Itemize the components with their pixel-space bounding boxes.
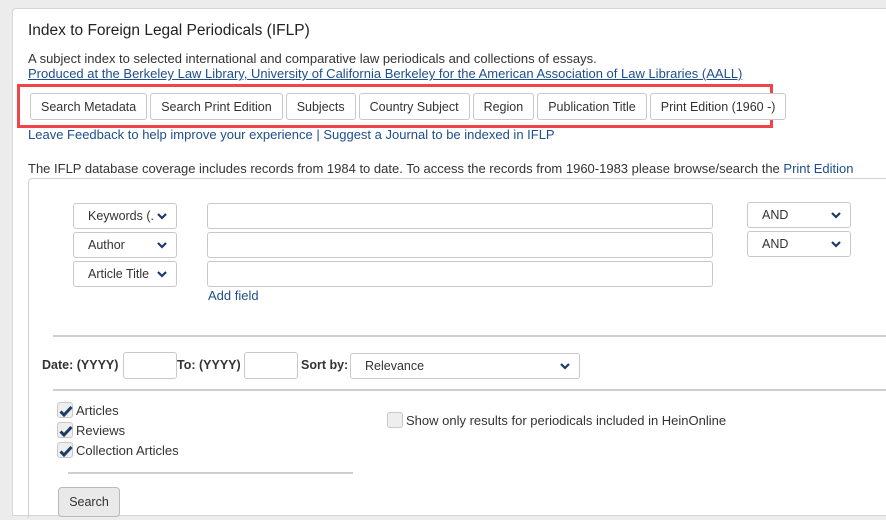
field-select-value: Article Title [88,267,150,281]
chevron-down-icon [157,213,167,220]
checkmark-icon [59,405,73,418]
checkbox-collection-articles[interactable]: Collection Articles [57,442,179,458]
date-to-input[interactable] [244,352,298,379]
checkbox[interactable] [57,402,73,418]
checkbox-reviews[interactable]: Reviews [57,422,125,438]
description: A subject index to selected internationa… [28,51,742,81]
coverage-text: The IFLP database coverage includes reco… [28,161,784,176]
producer-link[interactable]: Produced at the Berkeley Law Library, Un… [28,66,742,81]
checkbox-label: Articles [76,402,119,418]
tab-print-edition-1960[interactable]: Print Edition (1960 -) [649,93,787,120]
main-panel: Index to Foreign Legal Periodicals (IFLP… [12,8,886,518]
checkmark-icon [59,445,73,458]
coverage-notice: The IFLP database coverage includes reco… [28,161,854,176]
page-title: Index to Foreign Legal Periodicals (IFLP… [28,22,310,39]
search-term-input-2[interactable] [207,232,713,258]
field-select-value: Keywords (. [88,209,154,223]
divider [53,335,886,337]
field-select-value: Author [88,238,125,252]
add-field-link[interactable]: Add field [208,288,259,303]
checkbox-label: Collection Articles [76,442,179,458]
checkbox[interactable] [387,412,403,428]
divider [68,472,353,474]
tab-subjects[interactable]: Subjects [285,93,356,120]
chevron-down-icon [831,212,841,219]
leave-feedback-link[interactable]: Leave Feedback to help improve your expe… [28,127,313,142]
tab-country-subject[interactable]: Country Subject [358,93,470,120]
checkbox-label: Reviews [76,422,126,438]
search-term-input-1[interactable] [207,203,713,229]
sort-by-label: Sort by: [301,358,349,372]
date-to-label: To: (YYYY) [177,358,241,372]
checkmark-icon [59,425,73,438]
operator-select-2[interactable]: AND [747,231,851,257]
field-select-3[interactable]: Article Title [73,261,177,287]
date-from-input[interactable] [123,352,177,379]
feedback-links: Leave Feedback to help improve your expe… [28,127,555,142]
tab-search-print-edition[interactable]: Search Print Edition [150,93,283,120]
search-form: Keywords (. AND Author AND Article Title… [28,178,886,518]
tab-publication-title[interactable]: Publication Title [537,93,647,120]
field-select-2[interactable]: Author [73,232,177,258]
chevron-down-icon [831,241,841,248]
search-tabs: Search Metadata Search Print Edition Sub… [30,93,787,120]
field-select-1[interactable]: Keywords (. [73,203,177,229]
tab-search-metadata[interactable]: Search Metadata [30,93,148,120]
checkbox[interactable] [57,442,73,458]
operator-select-value: AND [762,237,789,251]
chevron-down-icon [157,271,167,278]
suggest-journal-link[interactable]: Suggest a Journal to be indexed in IFLP [323,127,554,142]
operator-select-1[interactable]: AND [747,202,851,228]
link-separator: | [312,127,324,142]
checkbox[interactable] [57,422,73,438]
sort-by-value: Relevance [365,359,425,373]
search-button[interactable]: Search [58,487,120,517]
checkbox-articles[interactable]: Articles [57,402,119,418]
description-text: A subject index to selected internationa… [28,51,597,66]
checkbox-label: Show only results for periodicals includ… [406,412,727,428]
checkbox-heinonline-only[interactable]: Show only results for periodicals includ… [387,412,726,428]
divider [53,389,886,391]
date-from-label: Date: (YYYY) [42,358,119,372]
search-term-input-3[interactable] [207,261,713,287]
chevron-down-icon [560,363,570,370]
chevron-down-icon [157,242,167,249]
sort-by-select[interactable]: Relevance [350,353,580,379]
operator-select-value: AND [762,208,789,222]
tab-region[interactable]: Region [472,93,535,120]
print-edition-link[interactable]: Print Edition [783,161,853,176]
